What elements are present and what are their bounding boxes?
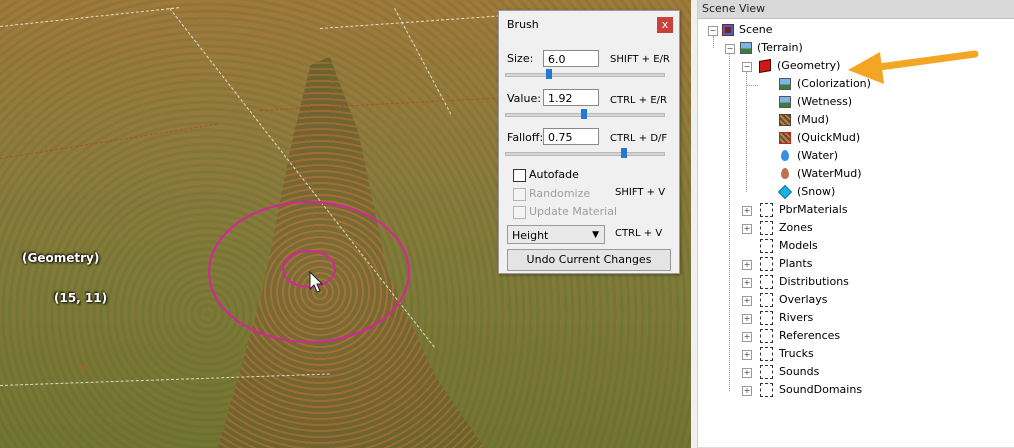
tree-item-sounds[interactable]: Sounds	[779, 363, 819, 381]
expand-toggle[interactable]: +	[742, 332, 752, 342]
tree-item-zones[interactable]: Zones	[779, 219, 813, 237]
brush-panel: Brush x Size: 6.0 SHIFT + E/R Value: 1.9…	[498, 10, 680, 274]
watermud-drop-icon	[781, 168, 789, 179]
brush-outer-circle	[208, 201, 410, 343]
mode-select-value: Height	[512, 229, 549, 242]
expand-toggle[interactable]: +	[742, 386, 752, 396]
autofade-checkbox[interactable]	[513, 169, 526, 182]
size-slider-thumb[interactable]	[546, 69, 553, 79]
size-label: Size:	[507, 52, 534, 65]
update-material-checkbox[interactable]	[513, 206, 526, 219]
close-button[interactable]: x	[657, 17, 673, 33]
value-label: Value:	[507, 92, 541, 105]
value-slider-thumb[interactable]	[581, 109, 587, 119]
tree-item-references[interactable]: References	[779, 327, 840, 345]
tree-item-snow[interactable]: (Snow)	[797, 183, 835, 201]
callout-arrow	[848, 50, 979, 84]
expand-toggle[interactable]: +	[742, 368, 752, 378]
tree-item-quickmud[interactable]: (QuickMud)	[797, 129, 860, 147]
scene-view-panel: Scene View − Scene − (Terrain) − (Geomet…	[697, 0, 1014, 448]
value-input[interactable]: 1.92	[543, 89, 599, 106]
folder-icon	[760, 347, 773, 361]
tree-item-models[interactable]: Models	[779, 237, 818, 255]
size-shortcut: SHIFT + E/R	[610, 54, 670, 65]
folder-icon	[760, 383, 773, 397]
tree-item-water[interactable]: (Water)	[797, 147, 838, 165]
folder-icon	[760, 293, 773, 307]
folder-icon	[760, 257, 773, 271]
falloff-shortcut: CTRL + D/F	[610, 133, 668, 144]
tree-item-plants[interactable]: Plants	[779, 255, 812, 273]
randomize-checkbox[interactable]	[513, 188, 526, 201]
folder-icon	[760, 203, 773, 217]
chevron-down-icon: ▼	[592, 230, 599, 240]
falloff-slider-track[interactable]	[505, 152, 665, 156]
quickmud-icon	[779, 132, 791, 144]
geometry-overlay-label: (Geometry)	[22, 251, 100, 265]
tree-item-trucks[interactable]: Trucks	[779, 345, 814, 363]
expand-toggle[interactable]: +	[742, 278, 752, 288]
update-material-label: Update Material	[529, 205, 618, 218]
mode-select[interactable]: Height ▼	[507, 225, 605, 244]
tree-item-sounddomains[interactable]: SoundDomains	[779, 381, 862, 399]
falloff-slider-thumb[interactable]	[620, 148, 627, 158]
expand-toggle[interactable]: +	[742, 260, 752, 270]
randomize-label: Randomize	[529, 187, 591, 200]
size-slider-track[interactable]	[505, 73, 665, 77]
folder-icon	[760, 365, 773, 379]
water-drop-icon	[781, 150, 789, 161]
randomize-shortcut: SHIFT + V	[615, 187, 666, 198]
falloff-input[interactable]: 0.75	[543, 128, 599, 145]
brush-panel-title: Brush	[507, 18, 539, 31]
tree-item-rivers[interactable]: Rivers	[779, 309, 813, 327]
size-input[interactable]: 6.0	[543, 50, 599, 67]
expand-toggle[interactable]: +	[742, 314, 752, 324]
autofade-label: Autofade	[529, 168, 579, 181]
expand-toggle[interactable]: +	[742, 350, 752, 360]
snow-icon	[777, 184, 793, 200]
tree-item-distributions[interactable]: Distributions	[779, 273, 849, 291]
expand-toggle[interactable]: +	[742, 224, 752, 234]
folder-icon	[760, 275, 773, 289]
mouse-pointer-icon	[309, 270, 324, 293]
tree-item-watermud[interactable]: (WaterMud)	[797, 165, 862, 183]
mode-shortcut: CTRL + V	[615, 228, 663, 239]
coords-overlay-label: (15, 11)	[54, 291, 108, 305]
expand-toggle[interactable]: +	[742, 206, 752, 216]
falloff-label: Falloff:	[507, 131, 544, 144]
tree-item-pbrmaterials[interactable]: PbrMaterials	[779, 201, 848, 219]
brush-inner-circle	[282, 250, 336, 288]
folder-icon	[760, 221, 773, 235]
folder-icon	[760, 329, 773, 343]
tree-item-overlays[interactable]: Overlays	[779, 291, 828, 309]
value-shortcut: CTRL + E/R	[610, 95, 667, 106]
undo-current-changes-button[interactable]: Undo Current Changes	[507, 249, 671, 271]
expand-toggle[interactable]: +	[742, 296, 752, 306]
folder-icon	[760, 239, 773, 253]
folder-icon	[760, 311, 773, 325]
